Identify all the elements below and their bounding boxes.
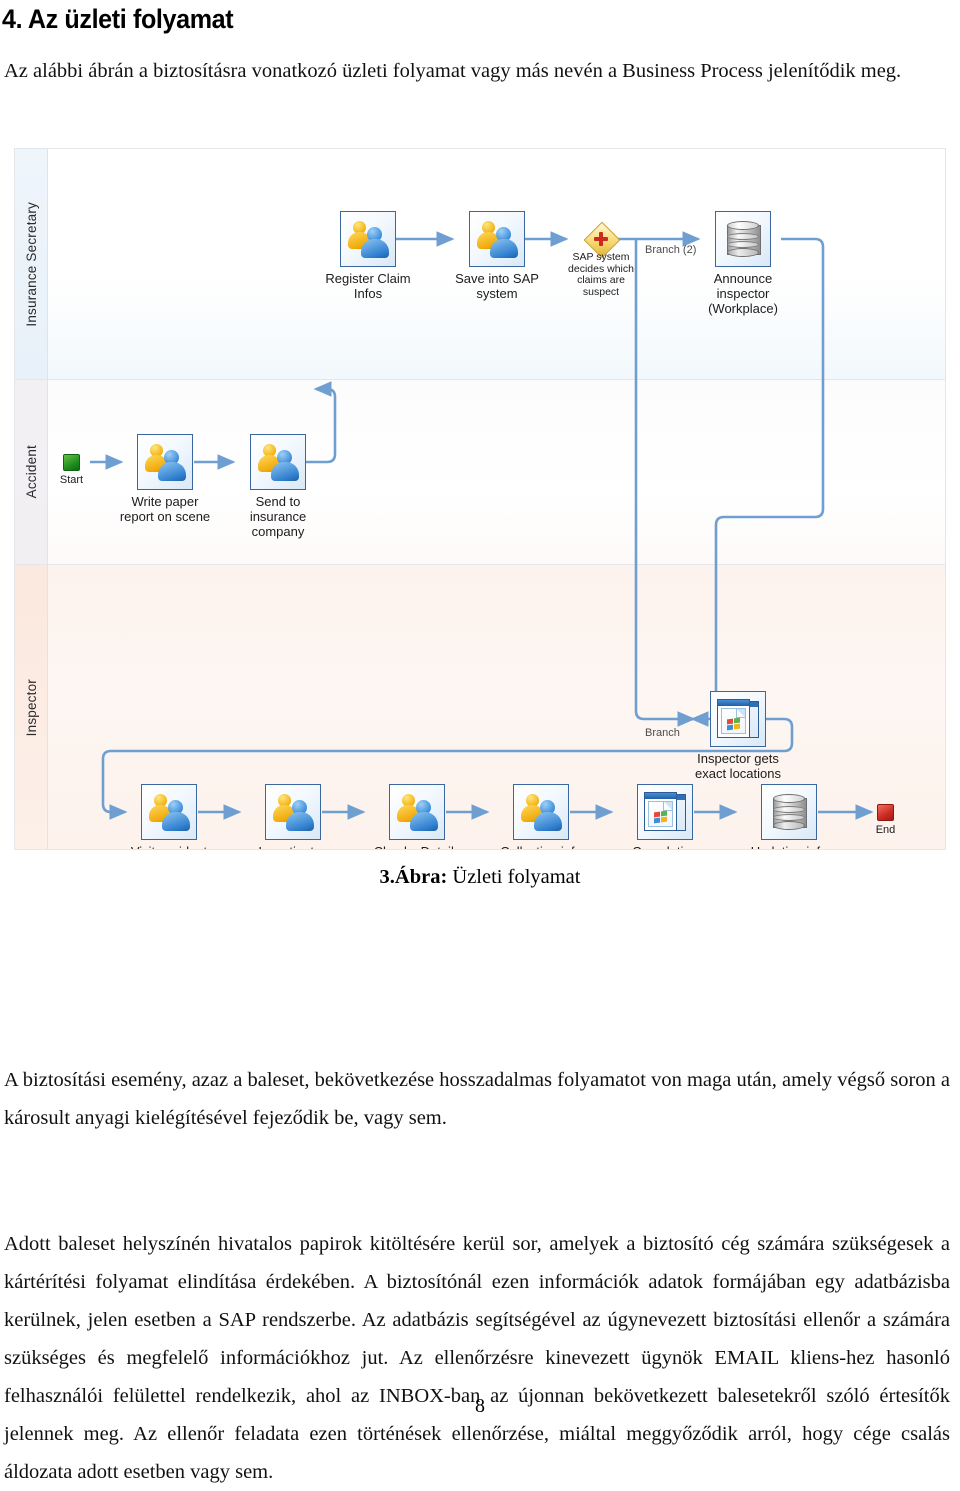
- figure-caption: 3.Ábra: Üzleti folyamat: [0, 866, 960, 889]
- page-title: 4. Az üzleti folyamat: [2, 4, 234, 34]
- node-collecting-info-deciding-liability[interactable]: Collecting info and deciding on liabilit…: [500, 784, 582, 849]
- document-page: 4. Az üzleti folyamat Az alábbi ábrán a …: [0, 0, 960, 1483]
- users-icon: [271, 792, 315, 832]
- swimlane-title-text: Accident: [23, 445, 39, 499]
- node-completing-paperwork-report[interactable]: Completing paperwork, report: [632, 784, 698, 849]
- business-process-diagram: Insurance Secretary Accident Inspector B…: [14, 148, 946, 850]
- page-number: 8: [475, 1395, 485, 1417]
- activity-box[interactable]: [710, 691, 766, 747]
- node-label: Visit accident scene, other loactions: [110, 844, 228, 849]
- activity-box[interactable]: [141, 784, 197, 840]
- node-start[interactable]: Start: [60, 454, 83, 486]
- window-app-icon: [717, 699, 759, 739]
- figure-caption-number: 3.Ábra:: [379, 866, 448, 888]
- end-marker-icon[interactable]: [877, 804, 894, 821]
- node-label: Announce inspector (Workplace): [708, 271, 778, 316]
- activity-box[interactable]: [513, 784, 569, 840]
- node-label: SAP system decides which claims are susp…: [568, 251, 634, 298]
- node-end[interactable]: End: [876, 804, 895, 836]
- swimlane-label-insurance-secretary: Insurance Secretary: [15, 149, 48, 379]
- swimlane-label-accident: Accident: [15, 380, 48, 564]
- activity-box[interactable]: [250, 434, 306, 490]
- flow-label-branch: Branch: [645, 727, 680, 739]
- activity-box[interactable]: [637, 784, 693, 840]
- activity-box[interactable]: [715, 211, 771, 267]
- node-updating-info[interactable]: Updating info: [751, 784, 827, 849]
- node-investigates-circumstances[interactable]: Investigates circumstances: [258, 784, 328, 849]
- intro-paragraph: Az alábbi ábrán a biztosításra vonatkozó…: [4, 60, 902, 82]
- node-label: Collecting info and deciding on liabilit…: [482, 844, 600, 849]
- swimlane-label-inspector: Inspector: [15, 565, 48, 849]
- paragraph-2: Adott baleset helyszínén hivatalos papir…: [4, 1233, 950, 1483]
- users-icon: [143, 442, 187, 482]
- node-inspector-gets-exact-locations[interactable]: Inspector gets exact locations: [695, 691, 781, 781]
- activity-box[interactable]: [469, 211, 525, 267]
- swimlane-title-text: Insurance Secretary: [23, 201, 39, 327]
- node-save-into-sap-system[interactable]: Save into SAP system: [455, 211, 539, 301]
- node-checks-details[interactable]: Checks Details: [374, 784, 460, 849]
- node-label: Register Claim Infos: [325, 271, 411, 301]
- activity-box[interactable]: [340, 211, 396, 267]
- activity-box[interactable]: [761, 784, 817, 840]
- node-label: End: [875, 824, 896, 836]
- database-icon: [727, 221, 761, 257]
- window-app-icon: [644, 792, 686, 832]
- figure-caption-text: Üzleti folyamat: [447, 866, 581, 888]
- node-visit-accident-scene[interactable]: Visit accident scene, other loactions: [131, 784, 207, 849]
- activity-box[interactable]: [137, 434, 193, 490]
- node-label: Completing paperwork, report: [606, 844, 724, 849]
- node-label: Checks Details: [358, 844, 476, 849]
- users-icon: [395, 792, 439, 832]
- users-icon: [147, 792, 191, 832]
- activity-box[interactable]: [389, 784, 445, 840]
- start-marker-icon[interactable]: [63, 454, 80, 471]
- users-icon: [519, 792, 563, 832]
- users-icon: [256, 442, 300, 482]
- node-send-to-insurance-company[interactable]: Send to insurance company: [250, 434, 306, 539]
- node-label: Start: [59, 474, 84, 486]
- node-register-claim-infos[interactable]: Register Claim Infos: [325, 211, 411, 301]
- paragraph-1: A biztosítási esemény, azaz a baleset, b…: [4, 1069, 950, 1129]
- swimlane-title-text: Inspector: [23, 678, 39, 737]
- node-announce-inspector-workplace[interactable]: Announce inspector (Workplace): [708, 211, 778, 316]
- node-label: Save into SAP system: [455, 271, 539, 301]
- node-label: Investigates circumstances: [234, 844, 352, 849]
- database-icon: [773, 794, 807, 830]
- node-label: Send to insurance company: [249, 494, 307, 539]
- node-label: Updating info: [730, 844, 848, 849]
- users-icon: [475, 219, 519, 259]
- users-icon: [346, 219, 390, 259]
- activity-box[interactable]: [265, 784, 321, 840]
- node-write-paper-report-on-scene[interactable]: Write paper report on scene: [120, 434, 210, 524]
- node-sap-decides-suspect[interactable]: SAP system decides which claims are susp…: [568, 221, 634, 297]
- flow-label-branch-2: Branch (2): [645, 244, 697, 256]
- node-label: Inspector gets exact locations: [695, 751, 781, 781]
- node-label: Write paper report on scene: [119, 494, 211, 524]
